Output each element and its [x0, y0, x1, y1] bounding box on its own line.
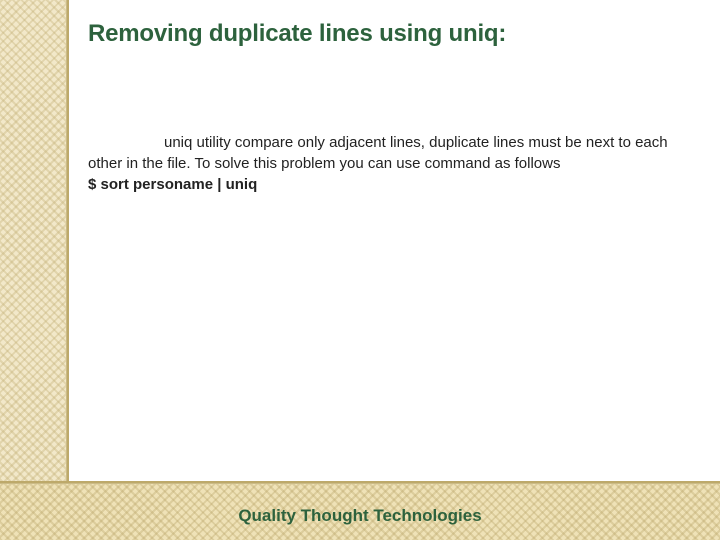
slide-stage: Removing duplicate lines using uniq: uni… [0, 0, 720, 540]
left-texture-strip [0, 0, 67, 540]
slide-body: uniq utility compare only adjacent lines… [88, 132, 676, 195]
command-line: $ sort personame | uniq [88, 176, 257, 193]
footer-branding: Quality Thought Technologies [0, 506, 720, 526]
slide-title: Removing duplicate lines using uniq: [88, 20, 700, 48]
body-paragraph: uniq utility compare only adjacent lines… [88, 134, 668, 172]
